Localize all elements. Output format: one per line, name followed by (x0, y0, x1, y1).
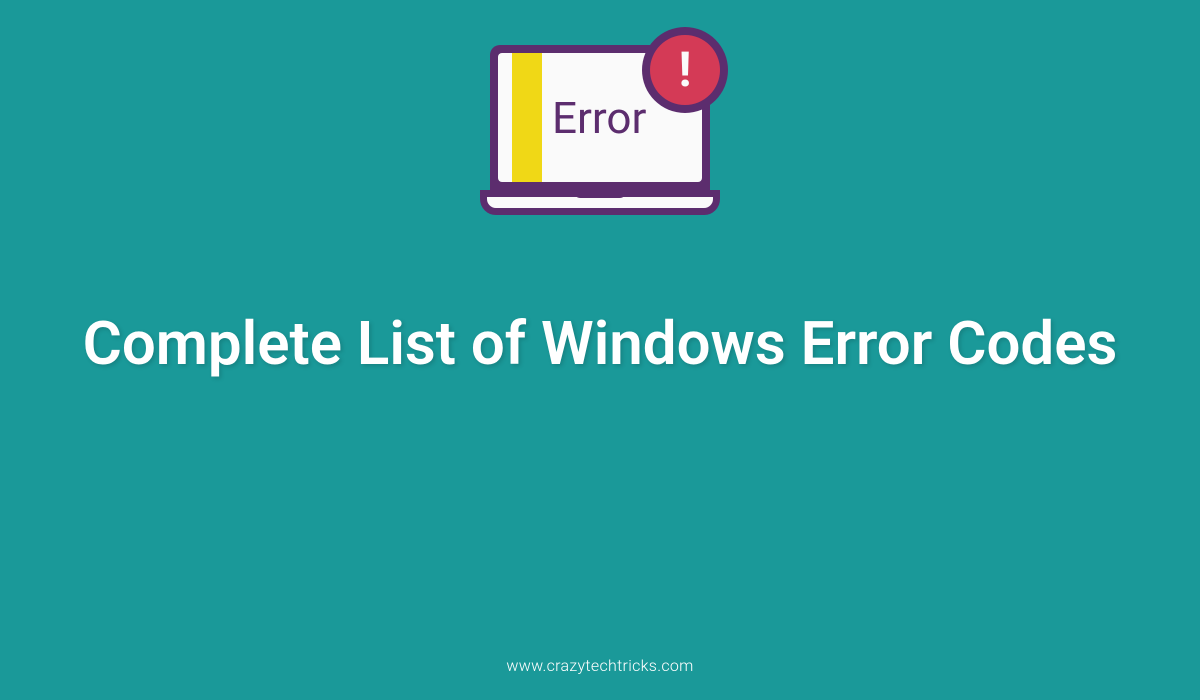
error-laptop-icon: Error ! (460, 45, 740, 255)
laptop-notch (573, 190, 628, 198)
alert-badge-inner: ! (650, 35, 720, 105)
laptop-graphic: Error ! (480, 45, 720, 225)
alert-badge-icon: ! (642, 27, 728, 113)
error-label: Error (552, 92, 646, 144)
laptop-base (480, 190, 720, 215)
page-title: Complete List of Windows Error Codes (3, 305, 1198, 383)
yellow-stripe-decoration (512, 53, 542, 182)
exclamation-icon: ! (679, 46, 692, 94)
footer-url: www.crazytechtricks.com (506, 656, 693, 675)
